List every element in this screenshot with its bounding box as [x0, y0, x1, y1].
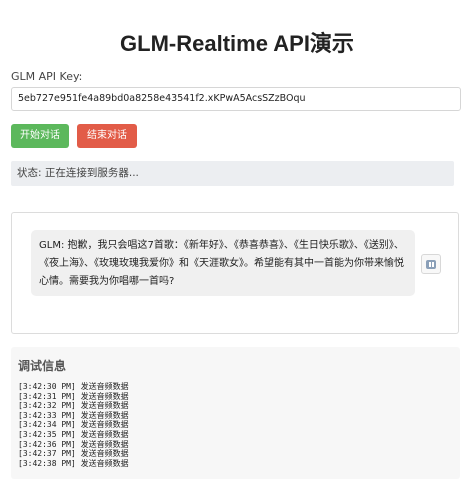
chat-container: GLM: 抱歉，我只会唱这7首歌：《新年好》、《恭喜恭喜》、《生日快乐歌》、《送… — [11, 212, 459, 334]
debug-panel: 调试信息 [3:42:30 PM] 发送音频数据 [3:42:31 PM] 发送… — [11, 347, 460, 479]
assistant-message: GLM: 抱歉，我只会唱这7首歌：《新年好》、《恭喜恭喜》、《生日快乐歌》、《送… — [31, 230, 415, 296]
pause-icon — [426, 259, 436, 269]
end-conversation-button[interactable]: 结束对话 — [77, 124, 137, 148]
api-key-label: GLM API Key: — [11, 70, 83, 83]
api-key-input[interactable] — [11, 87, 461, 111]
log-entry: [3:42:32 PM] 发送音频数据 — [18, 401, 129, 411]
start-conversation-button[interactable]: 开始对话 — [11, 124, 69, 148]
log-entry: [3:42:33 PM] 发送音频数据 — [18, 410, 129, 420]
log-entry: [3:42:30 PM] 发送音频数据 — [18, 382, 129, 391]
log-entry: [3:42:35 PM] 发送音频数据 — [18, 429, 129, 439]
log-entry: [3:42:38 PM] 发送音频数据 — [18, 458, 129, 468]
status-bar: 状态: 正在连接到服务器... — [11, 161, 454, 186]
page-title: GLM-Realtime API演示 — [120, 31, 354, 56]
log-entry: [3:42:36 PM] 发送音频数据 — [18, 439, 129, 449]
log-entry: [3:42:37 PM] 发送音频数据 — [18, 449, 129, 459]
pause-audio-button[interactable] — [421, 254, 441, 274]
debug-title: 调试信息 — [18, 359, 67, 373]
debug-log: [3:42:30 PM] 发送音频数据 [3:42:31 PM] 发送音频数据 … — [18, 382, 129, 468]
log-entry: [3:42:31 PM] 发送音频数据 — [18, 391, 129, 401]
log-entry: [3:42:34 PM] 发送音频数据 — [18, 420, 129, 430]
